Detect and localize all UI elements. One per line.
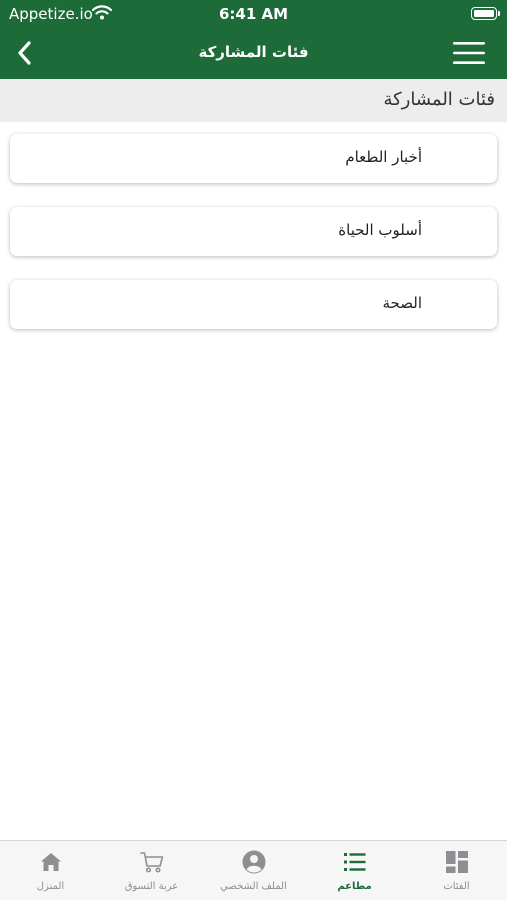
profile-icon bbox=[242, 850, 266, 874]
category-card-food-news[interactable]: أخبار الطعام bbox=[10, 134, 497, 183]
category-card-lifestyle[interactable]: أسلوب الحياة bbox=[10, 207, 497, 256]
section-title: فئات المشاركة bbox=[383, 89, 495, 110]
cart-icon bbox=[140, 852, 164, 873]
clock: 6:41 AM bbox=[218, 5, 289, 23]
tab-restaurants[interactable]: مطاعم bbox=[304, 841, 405, 900]
category-label: أخبار الطعام bbox=[345, 148, 422, 166]
tab-home[interactable]: المنزل bbox=[0, 841, 101, 900]
tab-label: عربة التسوق bbox=[124, 881, 179, 892]
page-title: فئات المشاركة bbox=[198, 43, 309, 61]
home-icon bbox=[41, 853, 61, 871]
category-label: أسلوب الحياة bbox=[338, 221, 422, 239]
tab-cart[interactable]: عربة التسوق bbox=[101, 841, 202, 900]
menu-button[interactable] bbox=[451, 40, 487, 66]
category-card-health[interactable]: الصحة bbox=[10, 280, 497, 329]
tab-bar: المنزل عربة التسوق الملف الشخصي مطاعم ال… bbox=[0, 840, 507, 900]
status-bar: Appetize.io 6:41 AM bbox=[0, 0, 507, 28]
category-label: الصحة bbox=[382, 294, 422, 312]
battery-icon bbox=[471, 7, 500, 20]
categories-grid-icon bbox=[446, 851, 468, 873]
tab-label: مطاعم bbox=[337, 881, 372, 892]
tab-categories[interactable]: الفئات bbox=[406, 841, 507, 900]
list-icon bbox=[344, 853, 366, 871]
navigation-bar: فئات المشاركة bbox=[0, 28, 507, 79]
hamburger-menu-icon bbox=[453, 42, 485, 64]
tab-profile[interactable]: الملف الشخصي bbox=[203, 841, 304, 900]
section-header: فئات المشاركة bbox=[0, 79, 507, 122]
tab-label: المنزل bbox=[36, 881, 65, 892]
tab-label: الفئات bbox=[443, 881, 470, 892]
tab-label: الملف الشخصي bbox=[220, 881, 287, 892]
